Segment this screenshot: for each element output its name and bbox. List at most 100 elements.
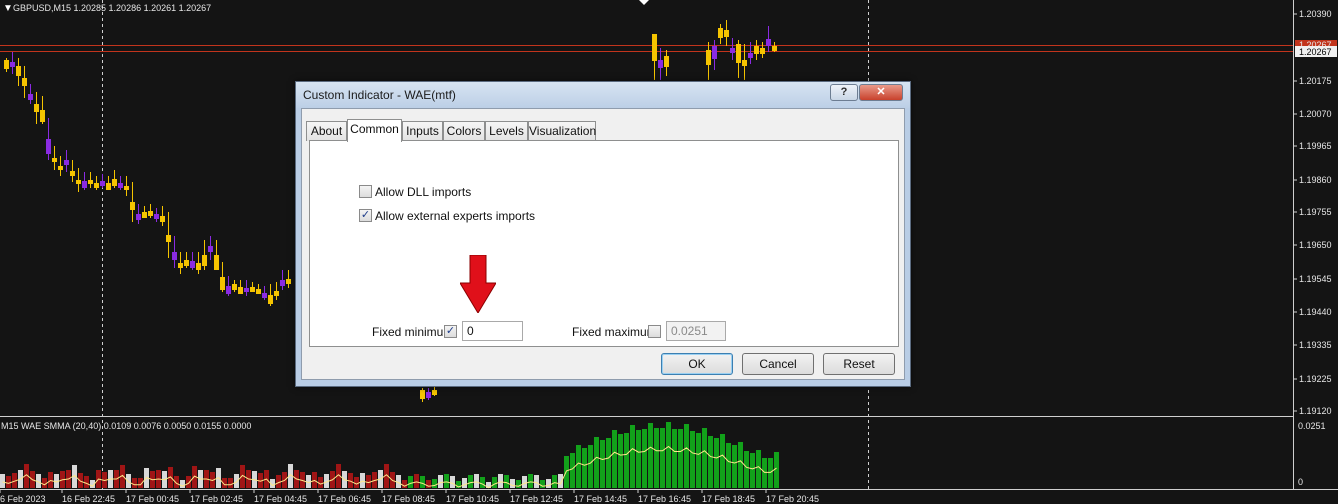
candle — [226, 286, 231, 294]
tab-colors[interactable]: Colors — [443, 121, 485, 141]
reset-button[interactable]: Reset — [823, 353, 895, 375]
indicator-scale-top: 0.0251 — [1298, 421, 1326, 431]
candle — [280, 280, 285, 286]
histogram-bar — [594, 437, 599, 488]
histogram-bar — [468, 475, 473, 488]
fixed-maximum-input[interactable]: 0.0251 — [666, 321, 726, 341]
histogram-bar — [648, 423, 653, 488]
fixed-minimum-input[interactable]: 0 — [462, 321, 523, 341]
tab-visualization[interactable]: Visualization — [528, 121, 596, 141]
candle — [190, 261, 195, 268]
tab-common[interactable]: Common — [347, 119, 402, 142]
histogram-bar — [684, 424, 689, 488]
candle — [724, 30, 729, 37]
candle — [154, 214, 159, 219]
histogram-bar — [678, 429, 683, 488]
tab-inputs[interactable]: Inputs — [402, 121, 443, 141]
histogram-bar — [492, 477, 497, 488]
current-price-label: 1.20267 — [1299, 47, 1332, 57]
tab-levels[interactable]: Levels — [485, 121, 528, 141]
candle — [238, 287, 243, 294]
candle — [82, 181, 87, 188]
candle — [28, 94, 33, 100]
histogram-bar — [438, 475, 443, 488]
fixed-minimum-checkbox[interactable]: ✓ — [444, 325, 457, 338]
histogram-bar — [474, 474, 479, 488]
histogram-bar — [414, 474, 419, 488]
histogram-bar — [420, 476, 425, 488]
histogram-bar — [462, 478, 467, 488]
candle — [432, 390, 437, 395]
histogram-bar — [624, 433, 629, 488]
histogram-bar — [354, 477, 359, 488]
tab-about[interactable]: About — [306, 121, 347, 141]
candle — [46, 139, 51, 154]
histogram-bar — [702, 428, 707, 488]
histogram-bar — [360, 473, 365, 488]
candle — [244, 288, 249, 292]
close-button[interactable]: ✕ — [859, 84, 903, 101]
histogram-bar — [516, 480, 521, 488]
histogram-bar — [576, 445, 581, 488]
custom-indicator-dialog: Custom Indicator - WAE(mtf) ? ✕ About Co… — [295, 81, 911, 387]
chart-header: GBPUSD,M15 1.20285 1.20286 1.20261 1.202… — [13, 3, 211, 13]
histogram-bar — [570, 453, 575, 488]
histogram-bar — [132, 478, 137, 488]
price-label: 1.20070 — [1299, 109, 1332, 119]
help-button[interactable]: ? — [830, 84, 858, 101]
candle — [658, 60, 663, 68]
candle — [160, 216, 165, 222]
histogram-bar — [588, 445, 593, 488]
price-label: 1.20175 — [1299, 76, 1332, 86]
candle — [196, 263, 201, 270]
candle — [712, 46, 717, 59]
histogram-bar — [480, 477, 485, 488]
allow-experts-label: Allow external experts imports — [375, 209, 536, 223]
histogram-bar — [774, 452, 779, 488]
histogram-bar — [126, 474, 131, 488]
allow-experts-checkbox[interactable]: ✓ — [359, 209, 372, 222]
time-label: 17 Feb 14:45 — [574, 494, 627, 504]
candle — [10, 62, 15, 67]
candle — [34, 104, 39, 112]
time-label: 17 Feb 08:45 — [382, 494, 435, 504]
histogram-bar — [714, 438, 719, 488]
candle — [58, 166, 63, 170]
time-label: 6 Feb 2023 — [0, 494, 46, 504]
price-label: 1.19120 — [1299, 406, 1332, 416]
price-label: 1.19225 — [1299, 374, 1332, 384]
allow-dll-checkbox[interactable] — [359, 185, 372, 198]
ok-button[interactable]: OK — [661, 353, 733, 375]
histogram-bar — [690, 431, 695, 488]
time-label: 17 Feb 00:45 — [126, 494, 179, 504]
histogram-bar — [234, 474, 239, 488]
candle — [22, 78, 27, 86]
candle — [748, 53, 753, 58]
candle — [40, 110, 45, 122]
histogram-bar — [696, 433, 701, 488]
indicator-scale-bottom: 0 — [1298, 477, 1303, 487]
histogram-bar — [720, 434, 725, 488]
candle — [742, 60, 747, 66]
candle — [250, 287, 255, 292]
time-label: 16 Feb 22:45 — [62, 494, 115, 504]
candle — [166, 235, 171, 242]
price-label: 1.19440 — [1299, 307, 1332, 317]
chart-dropdown-icon[interactable]: ▼ — [3, 3, 13, 14]
dialog-titlebar[interactable]: Custom Indicator - WAE(mtf) ? ✕ — [296, 82, 910, 108]
fixed-maximum-label: Fixed maximum — [572, 325, 657, 339]
candle — [94, 183, 99, 188]
price-label: 1.20390 — [1299, 9, 1332, 19]
candle — [88, 180, 93, 184]
price-label: 1.19965 — [1299, 141, 1332, 151]
candle — [202, 255, 207, 266]
fixed-maximum-checkbox[interactable] — [648, 325, 661, 338]
cancel-button[interactable]: Cancel — [742, 353, 814, 375]
histogram-bar — [78, 473, 83, 488]
candle — [736, 44, 741, 63]
candle — [652, 34, 657, 61]
candle — [420, 390, 425, 399]
histogram-bar — [726, 443, 731, 488]
candle — [136, 214, 141, 220]
candle — [76, 180, 81, 184]
